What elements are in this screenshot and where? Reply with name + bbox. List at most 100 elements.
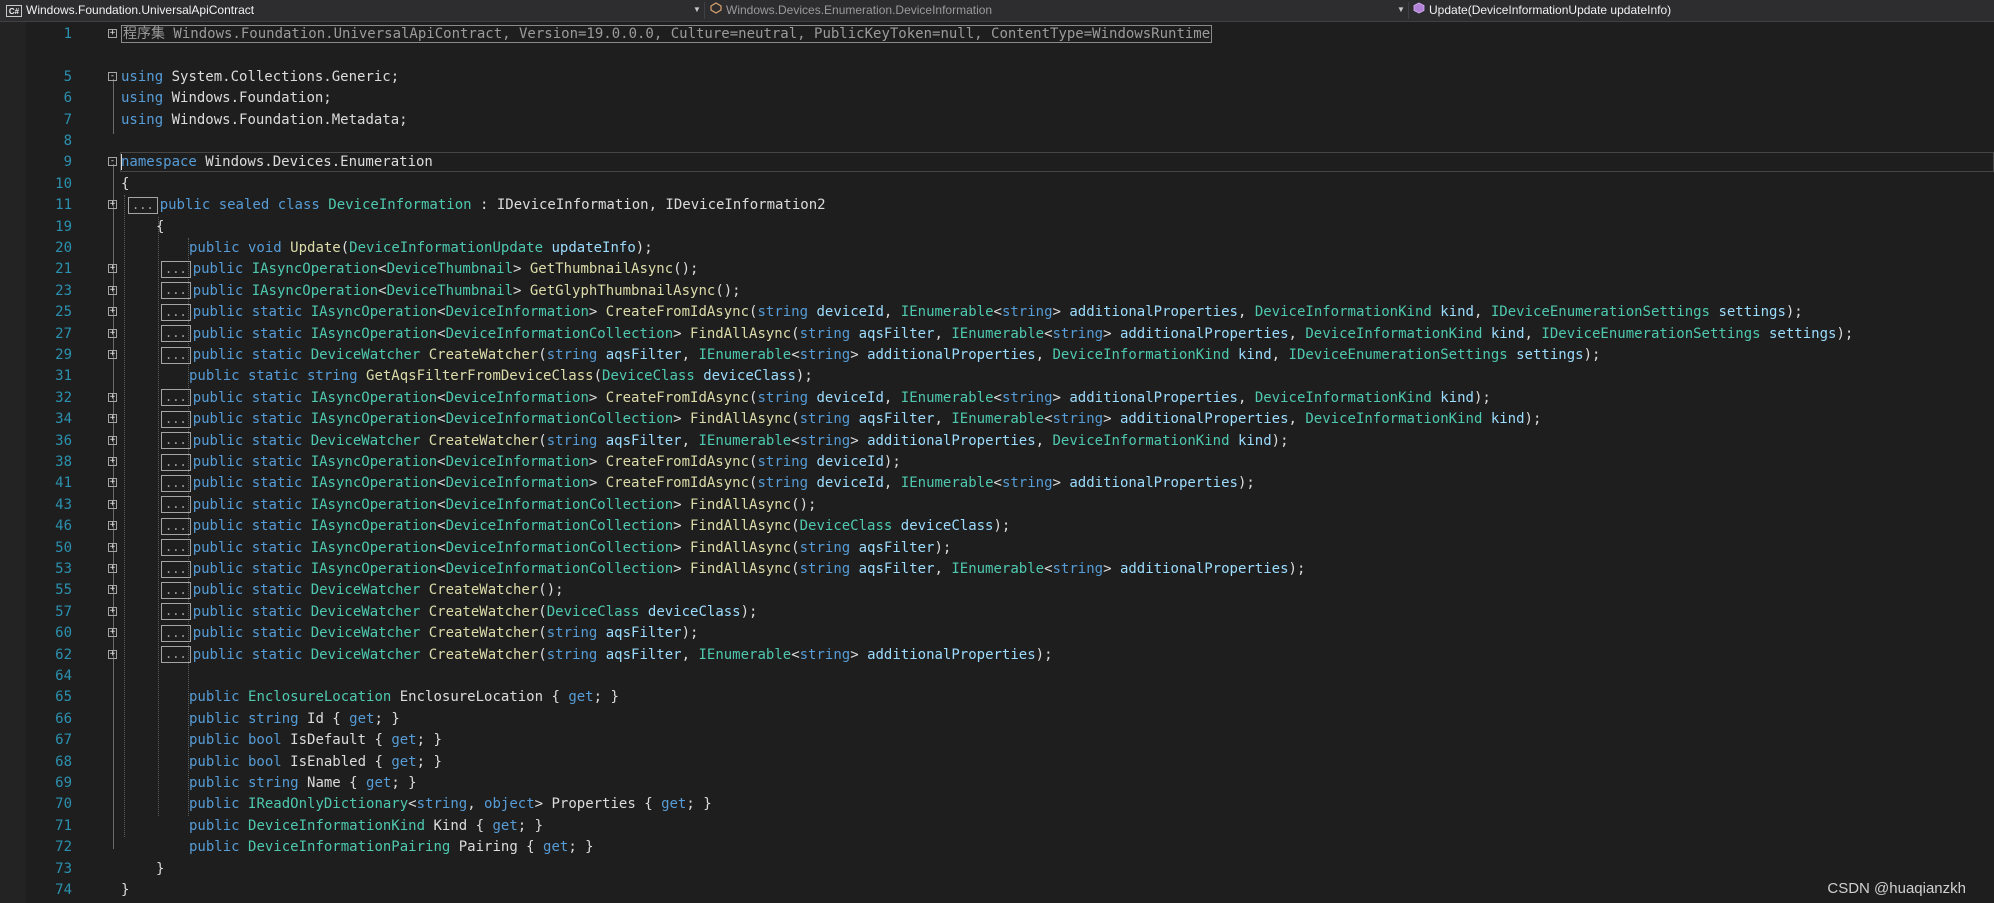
expand-outline-icon[interactable]: + xyxy=(108,435,117,445)
expand-outline-icon[interactable]: + xyxy=(108,285,117,295)
expand-outline-icon[interactable]: + xyxy=(108,521,117,531)
code-token: ); xyxy=(1524,411,1542,428)
code-token: > xyxy=(1103,411,1120,428)
collapsed-region-button[interactable]: ... xyxy=(161,303,191,321)
collapsed-region-button[interactable]: ... xyxy=(161,453,191,471)
line-number: 5 xyxy=(63,68,72,85)
code-line[interactable]: 6 using Windows.Foundation; xyxy=(0,88,1994,109)
collapse-outline-icon[interactable]: - xyxy=(108,71,117,81)
expand-outline-icon[interactable]: + xyxy=(108,328,117,338)
collapsed-region-button[interactable]: ... xyxy=(161,646,191,664)
collapsed-region-button[interactable]: ... xyxy=(161,282,191,300)
collapsed-region-button[interactable]: ... xyxy=(161,389,191,407)
code-token: EnclosureLocation { xyxy=(391,689,569,706)
code-line[interactable]: 67 public bool IsDefault { get; } xyxy=(0,730,1994,751)
code-line[interactable]: 31 public static string GetAqsFilterFromD… xyxy=(0,366,1994,387)
code-line[interactable]: 50 +... public static IAsyncOperation<Devi… xyxy=(0,538,1994,559)
expand-outline-icon[interactable]: + xyxy=(108,29,117,38)
code-text: ... public static IAsyncOperation<DeviceI… xyxy=(161,452,901,473)
code-line[interactable]: 70 public IReadOnlyDictionary<string, obj… xyxy=(0,794,1994,815)
code-line[interactable]: 66 public string Id { get; } xyxy=(0,709,1994,730)
collapsed-region-button[interactable]: ... xyxy=(161,581,191,599)
code-line[interactable]: 25 +... public static IAsyncOperation<Devi… xyxy=(0,302,1994,323)
expand-outline-icon[interactable]: + xyxy=(108,457,117,466)
code-line[interactable]: 43 +... public static IAsyncOperation<Devi… xyxy=(0,495,1994,516)
code-line[interactable]: 19 { xyxy=(0,217,1994,238)
chevron-down-icon[interactable]: ▼ xyxy=(1397,5,1405,14)
code-line[interactable]: 41 +... public static IAsyncOperation<Devi… xyxy=(0,473,1994,494)
code-line[interactable]: 11 +... public sealed class DeviceInformat… xyxy=(0,195,1994,216)
code-line[interactable]: 10 { xyxy=(0,174,1994,195)
code-token: public xyxy=(189,839,249,856)
expand-outline-icon[interactable]: + xyxy=(108,499,117,509)
collapsed-region-button[interactable]: ... xyxy=(161,410,191,428)
expand-outline-icon[interactable]: + xyxy=(108,200,117,210)
expand-outline-icon[interactable]: + xyxy=(108,264,117,274)
code-line[interactable]: 20 public void Update(DeviceInformationUp… xyxy=(0,238,1994,259)
code-line[interactable]: 23 +... public IAsyncOperation<DeviceThumb… xyxy=(0,281,1994,302)
code-line[interactable]: 36 +... public static DeviceWatcher Create… xyxy=(0,431,1994,452)
type-dropdown-label: Windows.Devices.Enumeration.DeviceInform… xyxy=(726,3,993,17)
collapsed-region-button[interactable]: ... xyxy=(161,560,191,578)
collapsed-region-button[interactable]: ... xyxy=(161,260,191,278)
expand-outline-icon[interactable]: + xyxy=(108,350,117,359)
collapsed-region-button[interactable]: ... xyxy=(161,539,191,557)
code-editor[interactable]: 1 + 程序集 Windows.Foundation.UniversalApiCon… xyxy=(0,22,1994,903)
collapsed-region-button[interactable]: ... xyxy=(161,474,191,492)
code-token: System.Collections.Generic; xyxy=(163,68,400,85)
code-line[interactable]: 72 public DeviceInformationPairing Pairin… xyxy=(0,837,1994,858)
code-line[interactable]: 29 +... public static DeviceWatcher Create… xyxy=(0,345,1994,366)
code-line[interactable]: 32 +... public static IAsyncOperation<Devi… xyxy=(0,388,1994,409)
code-token: string xyxy=(799,539,851,556)
chevron-down-icon[interactable]: ▼ xyxy=(693,5,701,14)
collapsed-region-button[interactable]: ... xyxy=(161,496,191,514)
code-line[interactable]: 64 xyxy=(0,666,1994,687)
collapsed-region-button[interactable]: ... xyxy=(161,325,191,343)
collapsed-region-button[interactable]: ... xyxy=(128,196,158,214)
code-token: string xyxy=(757,389,809,406)
expand-outline-icon[interactable]: + xyxy=(108,542,117,552)
collapsed-region-button[interactable]: ... xyxy=(161,603,191,621)
expand-outline-icon[interactable]: + xyxy=(108,585,117,595)
code-line[interactable]: 5 - using System.Collections.Generic; xyxy=(0,67,1994,88)
code-line[interactable]: 55 +... public static DeviceWatcher Create… xyxy=(0,580,1994,601)
code-line[interactable]: 73} xyxy=(0,859,1994,880)
expand-outline-icon[interactable]: + xyxy=(108,307,117,317)
collapsed-region-button[interactable]: ... xyxy=(161,346,191,364)
code-line[interactable]: 34 +... public static IAsyncOperation<Devi… xyxy=(0,409,1994,430)
line-number: 6 xyxy=(63,90,72,107)
member-dropdown[interactable]: Update(DeviceInformationUpdate updateInf… xyxy=(1413,0,1983,21)
collapsed-region-button[interactable]: ... xyxy=(161,432,191,450)
expand-outline-icon[interactable]: + xyxy=(108,606,117,616)
code-line[interactable]: 46 +... public static IAsyncOperation<Devi… xyxy=(0,516,1994,537)
expand-outline-icon[interactable]: + xyxy=(108,478,117,488)
collapsed-region-button[interactable]: ... xyxy=(161,517,191,535)
code-line[interactable]: 69 public string Name { get; } xyxy=(0,773,1994,794)
expand-outline-icon[interactable]: + xyxy=(108,564,117,573)
code-line[interactable]: 21 +... public IAsyncOperation<DeviceThumb… xyxy=(0,259,1994,280)
code-line[interactable]: 53 +... public static IAsyncOperation<Devi… xyxy=(0,559,1994,580)
expand-outline-icon[interactable]: + xyxy=(108,414,117,424)
code-line[interactable]: 8 xyxy=(0,131,1994,152)
code-line[interactable]: 27 +... public static IAsyncOperation<Devi… xyxy=(0,324,1994,345)
code-line[interactable]: 68 public bool IsEnabled { get; } xyxy=(0,752,1994,773)
code-line[interactable]: 60 +... public static DeviceWatcher Create… xyxy=(0,623,1994,644)
code-line[interactable] xyxy=(0,45,1994,66)
code-line[interactable]: 7 using Windows.Foundation.Metadata; xyxy=(0,110,1994,131)
code-line[interactable]: 74} xyxy=(0,880,1994,901)
collapsed-region-button[interactable]: ... xyxy=(161,624,191,642)
collapse-outline-icon[interactable]: - xyxy=(108,157,117,167)
project-dropdown[interactable]: C# Windows.Foundation.UniversalApiContrac… xyxy=(6,0,686,21)
expand-outline-icon[interactable]: + xyxy=(108,392,117,402)
code-line[interactable]: 71 public DeviceInformationKind Kind { ge… xyxy=(0,816,1994,837)
code-line[interactable]: 62 +... public static DeviceWatcher Create… xyxy=(0,645,1994,666)
code-line[interactable]: 38 +... public static IAsyncOperation<Devi… xyxy=(0,452,1994,473)
code-line[interactable]: 65 public EnclosureLocation EnclosureLoca… xyxy=(0,687,1994,708)
type-dropdown[interactable]: Windows.Devices.Enumeration.DeviceInform… xyxy=(710,0,1390,21)
code-line[interactable]: 9 - namespace Windows.Devices.Enumeration xyxy=(0,152,1994,173)
code-line[interactable]: 57 +... public static DeviceWatcher Create… xyxy=(0,602,1994,623)
code-line[interactable]: 1 + 程序集 Windows.Foundation.UniversalApiCon… xyxy=(0,24,1994,45)
expand-outline-icon[interactable]: + xyxy=(108,649,117,659)
code-text: ... public static DeviceWatcher CreateWat… xyxy=(161,623,698,644)
expand-outline-icon[interactable]: + xyxy=(108,628,117,638)
